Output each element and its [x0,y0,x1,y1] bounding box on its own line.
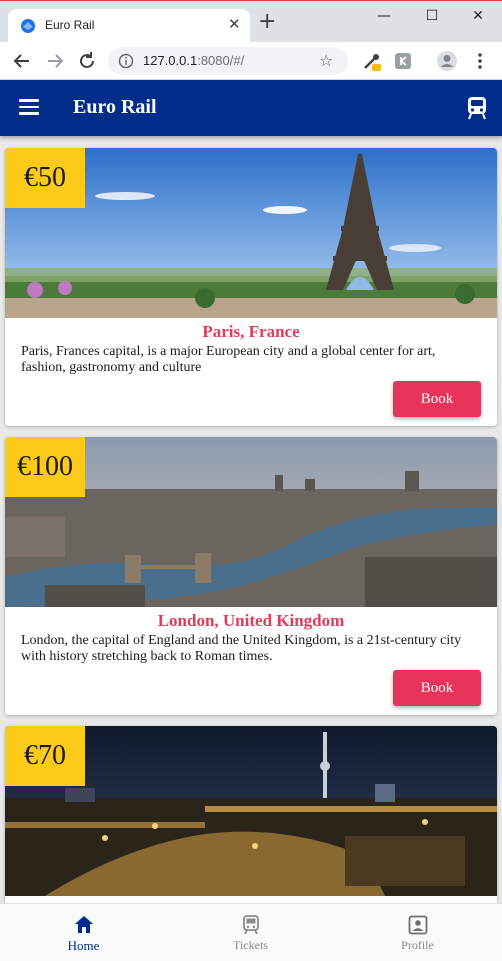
extension-eyedropper-icon[interactable] [361,50,383,72]
new-tab-icon[interactable]: + [258,11,276,33]
tab-title: Euro Rail [45,18,95,32]
browser-titlebar: Euro Rail ✕ + — ☐ ✕ [0,0,502,43]
forward-arrow-icon[interactable] [44,50,66,72]
nav-item-profile[interactable]: Profile [334,904,501,961]
site-info-icon[interactable] [118,53,134,69]
destination-description: London, the capital of England and the U… [21,633,462,664]
minimize-icon[interactable]: — [369,5,399,29]
maximize-icon[interactable]: ☐ [417,5,447,29]
hamburger-menu-icon[interactable] [19,99,39,117]
destination-card: €70 [5,726,497,903]
train-icon [243,915,259,935]
url-text: 127.0.0.1:8080/#/ [143,53,245,68]
app-favicon-icon [21,19,35,33]
address-bar[interactable]: 127.0.0.1:8080/#/ ☆ [108,47,348,75]
price-badge: €70 [5,726,85,786]
destination-card: €100 London, United Kingdom London, the … [5,437,497,715]
book-button[interactable]: Book [393,670,481,706]
nav-label: Profile [401,938,434,952]
train-icon[interactable] [466,96,488,120]
bottom-navigation: Home Tickets Profile [0,903,502,961]
back-arrow-icon[interactable] [11,50,33,72]
nav-item-home[interactable]: Home [0,904,167,961]
app-title: Euro Rail [73,96,157,118]
nav-label: Tickets [233,938,268,952]
destination-city: London, United Kingdom [157,611,345,630]
book-button[interactable]: Book [393,381,481,417]
reload-icon[interactable] [76,50,98,72]
destination-city: Paris, France [202,322,300,341]
destination-feed[interactable]: €50 Paris, France Paris, Frances capital… [0,136,502,903]
destination-description: Paris, Frances capital, is a major Europ… [21,344,436,375]
nav-item-tickets[interactable]: Tickets [167,904,334,961]
browser-tab[interactable]: Euro Rail ✕ [8,9,250,43]
window-close-icon[interactable]: ✕ [463,5,493,29]
price-badge: €50 [5,148,85,208]
app-header: Euro Rail [0,80,502,136]
account-avatar-icon[interactable] [436,50,458,72]
browser-toolbar: 127.0.0.1:8080/#/ ☆ [0,42,502,80]
nav-label: Home [67,938,100,953]
home-icon [75,916,93,933]
tab-close-icon[interactable]: ✕ [228,15,241,33]
browser-menu-icon[interactable] [469,50,491,72]
price-badge: €100 [5,437,85,497]
extension-box-icon[interactable] [392,50,414,72]
destination-card: €50 Paris, France Paris, Frances capital… [5,148,497,426]
bookmark-star-icon[interactable]: ☆ [319,51,333,70]
profile-icon [408,915,428,935]
